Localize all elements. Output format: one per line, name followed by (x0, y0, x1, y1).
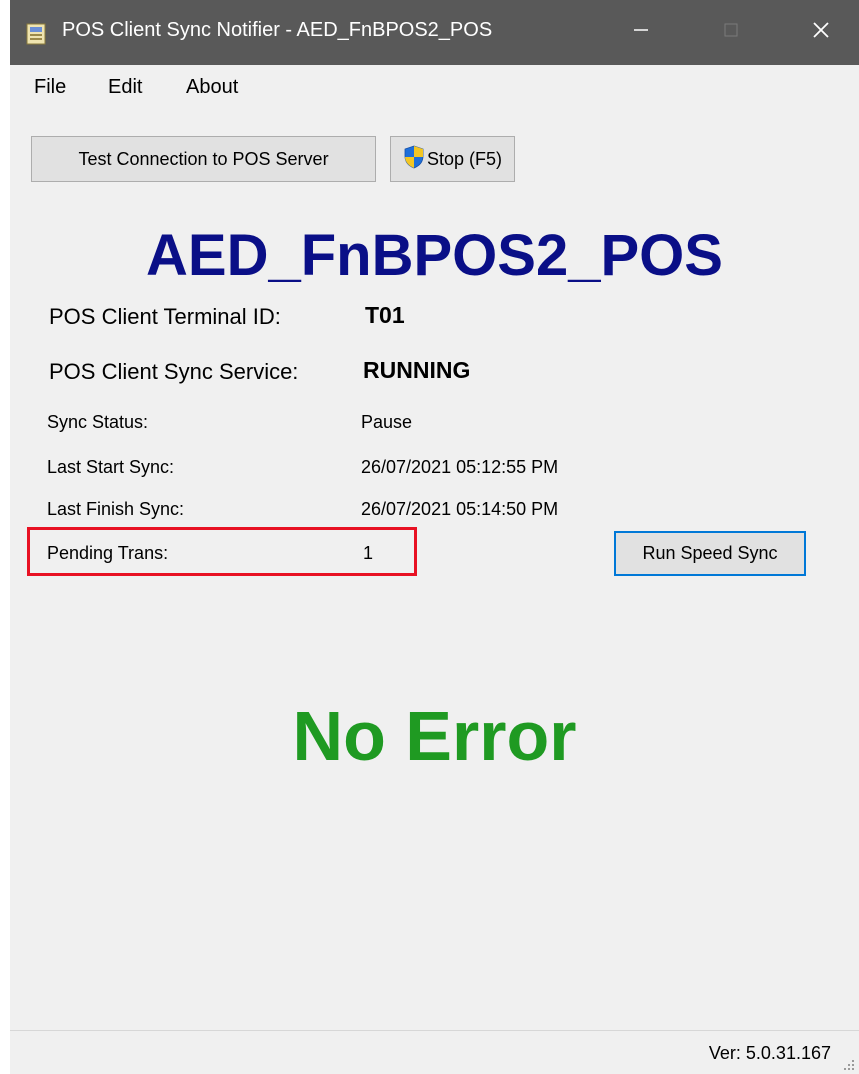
sync-status-value: Pause (361, 412, 413, 432)
pending-trans-label: Pending Trans: (47, 543, 169, 563)
sync-service-label: POS Client Sync Service: (49, 359, 299, 384)
close-icon (811, 20, 831, 45)
run-speed-sync-button[interactable]: Run Speed Sync (614, 531, 806, 576)
last-finish-label: Last Finish Sync: (47, 499, 185, 519)
terminal-id-value: T01 (365, 302, 405, 328)
title-bar[interactable]: POS Client Sync Notifier - AED_FnBPOS2_P… (10, 0, 859, 65)
status-bar: Ver: 5.0.31.167 (10, 1030, 859, 1074)
minimize-button[interactable] (596, 0, 686, 65)
last-start-label: Last Start Sync: (47, 457, 175, 477)
terminal-id-label: POS Client Terminal ID: (49, 304, 281, 329)
menu-file[interactable]: File (34, 76, 66, 99)
last-start-value: 26/07/2021 05:12:55 PM (361, 457, 559, 477)
menu-bar: File Edit About (10, 65, 859, 110)
minimize-icon (632, 21, 650, 44)
window-title: POS Client Sync Notifier - AED_FnBPOS2_P… (62, 19, 493, 41)
sync-status-label: Sync Status: (47, 412, 149, 432)
close-button[interactable] (776, 0, 859, 65)
stop-button-label: Stop (F5) (426, 148, 503, 169)
app-icon (26, 23, 46, 45)
menu-about[interactable]: About (186, 76, 238, 99)
maximize-icon (722, 21, 740, 44)
pos-name-heading: AED_FnBPOS2_POS (146, 223, 723, 288)
resize-grip-icon[interactable] (841, 1057, 855, 1071)
sync-service-value: RUNNING (363, 357, 471, 383)
test-connection-button[interactable]: Test Connection to POS Server (31, 136, 376, 182)
app-window: POS Client Sync Notifier - AED_FnBPOS2_P… (10, 0, 859, 1074)
stop-button[interactable]: Stop (F5) (390, 136, 515, 182)
pending-trans-value: 1 (363, 543, 374, 563)
maximize-button[interactable] (686, 0, 776, 65)
last-finish-value: 26/07/2021 05:14:50 PM (361, 499, 559, 519)
status-message: No Error (292, 697, 577, 775)
version-label: Ver: 5.0.31.167 (708, 1043, 831, 1063)
shield-icon (403, 145, 425, 174)
menu-edit[interactable]: Edit (108, 76, 142, 99)
